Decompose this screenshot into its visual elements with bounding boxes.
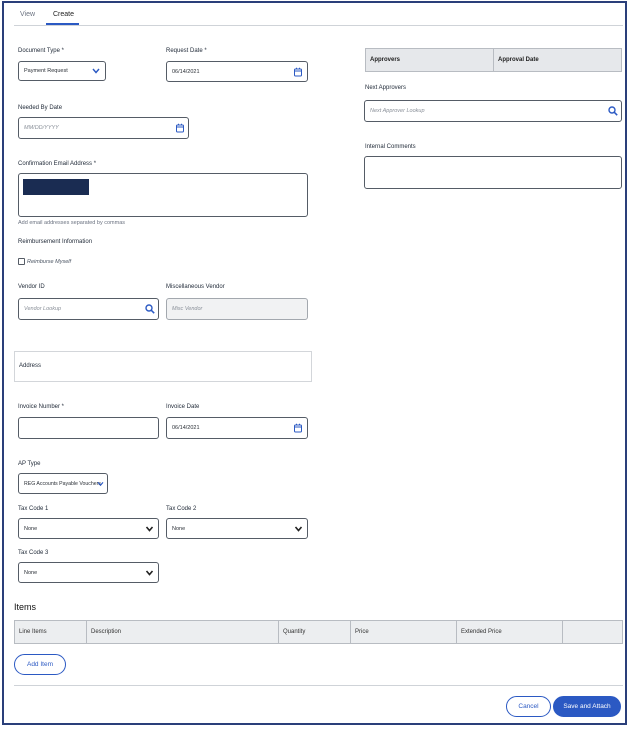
- address-label: Address: [19, 363, 42, 369]
- description-column-header: Description: [87, 621, 279, 643]
- confirmation-email-hint: Add email addresses separated by commas: [18, 220, 125, 226]
- ap-type-label: AP Type: [18, 461, 41, 467]
- reimbursement-label: Reimbursement Information: [18, 239, 93, 245]
- internal-comments-label: Internal Comments: [365, 144, 416, 150]
- price-column-header: Price: [351, 621, 457, 643]
- tax-code-3-select[interactable]: None: [18, 562, 159, 583]
- approvers-column-header: Approvers: [366, 49, 494, 71]
- footer-divider: [14, 685, 623, 686]
- internal-comments-textarea[interactable]: [364, 156, 622, 189]
- document-type-select[interactable]: Payment Request: [18, 61, 106, 81]
- approval-date-column-header: Approval Date: [498, 57, 539, 63]
- chevron-down-icon: [145, 569, 154, 576]
- document-type-value: Payment Request: [24, 68, 68, 74]
- search-icon[interactable]: [145, 304, 155, 314]
- reimburse-myself-label: Reimburse Myself: [27, 259, 72, 265]
- cancel-button[interactable]: Cancel: [506, 696, 551, 717]
- calendar-icon[interactable]: [294, 67, 302, 76]
- ap-type-value: REG Accounts Payable Vouchers: [24, 480, 101, 487]
- misc-vendor-label: Miscellaneous Vendor: [166, 284, 225, 290]
- tab-view[interactable]: View: [20, 11, 35, 18]
- invoice-date-label: Invoice Date: [166, 404, 200, 410]
- invoice-number-input[interactable]: [18, 417, 159, 439]
- invoice-number-label: Invoice Number *: [18, 404, 65, 410]
- tax-code-1-select[interactable]: None: [18, 518, 159, 539]
- request-date-label: Request Date *: [166, 48, 207, 54]
- vendor-id-label: Vendor ID: [18, 284, 45, 290]
- tax-code-1-value: None: [24, 525, 38, 532]
- needed-by-date-label: Needed By Date: [18, 105, 63, 111]
- tab-create[interactable]: Create: [53, 11, 74, 18]
- vendor-lookup-placeholder: Vendor Lookup: [24, 306, 62, 312]
- document-type-label: Document Type *: [18, 48, 64, 54]
- address-panel: Address: [14, 351, 312, 382]
- vendor-lookup-input[interactable]: Vendor Lookup: [18, 298, 159, 320]
- redacted-email: [23, 179, 89, 195]
- calendar-icon[interactable]: [294, 423, 302, 433]
- next-approver-lookup-input[interactable]: Next Approver Lookup: [364, 100, 622, 122]
- needed-by-date-placeholder: MM/DD/YYYY: [24, 125, 59, 131]
- chevron-down-icon: [97, 481, 104, 486]
- next-approvers-label: Next Approvers: [365, 85, 407, 91]
- chevron-down-icon: [145, 525, 154, 532]
- request-date-input[interactable]: 06/14/2021: [166, 61, 308, 82]
- tax-code-2-select[interactable]: None: [166, 518, 308, 539]
- ap-type-select[interactable]: REG Accounts Payable Vouchers: [18, 473, 108, 494]
- confirmation-email-textarea[interactable]: [18, 173, 308, 217]
- reimburse-myself-checkbox[interactable]: [18, 258, 25, 265]
- extended-price-column-header: Extended Price: [457, 621, 563, 643]
- tax-code-1-label: Tax Code 1: [18, 506, 49, 512]
- confirmation-email-label: Confirmation Email Address *: [18, 161, 97, 167]
- tax-code-2-label: Tax Code 2: [166, 506, 197, 512]
- approvers-table-header: Approvers Approval Date: [365, 48, 622, 72]
- tabs-divider: [14, 25, 623, 26]
- chevron-down-icon: [294, 525, 303, 532]
- add-item-button[interactable]: Add Item: [14, 654, 66, 675]
- misc-vendor-input[interactable]: Misc Vendor: [166, 298, 308, 320]
- next-approver-placeholder: Next Approver Lookup: [370, 108, 425, 114]
- quantity-column-header: Quantity: [279, 621, 351, 643]
- request-date-value: 06/14/2021: [172, 68, 200, 75]
- items-section-title: Items: [14, 602, 37, 612]
- chevron-down-icon: [92, 68, 100, 74]
- save-and-attach-button[interactable]: Save and Attach: [553, 696, 621, 717]
- items-table-header: Line Items Description Quantity Price Ex…: [14, 620, 623, 644]
- needed-by-date-input[interactable]: MM/DD/YYYY: [18, 117, 189, 139]
- tax-code-3-label: Tax Code 3: [18, 550, 49, 556]
- invoice-date-input[interactable]: 06/14/2021: [166, 417, 308, 439]
- line-items-column-header: Line Items: [15, 621, 87, 643]
- tax-code-3-value: None: [24, 569, 38, 576]
- actions-column-header: [563, 621, 622, 643]
- misc-vendor-placeholder: Misc Vendor: [172, 306, 203, 312]
- invoice-date-value: 06/14/2021: [172, 425, 200, 431]
- calendar-icon[interactable]: [176, 123, 184, 133]
- search-icon[interactable]: [608, 106, 618, 116]
- tax-code-2-value: None: [172, 525, 186, 532]
